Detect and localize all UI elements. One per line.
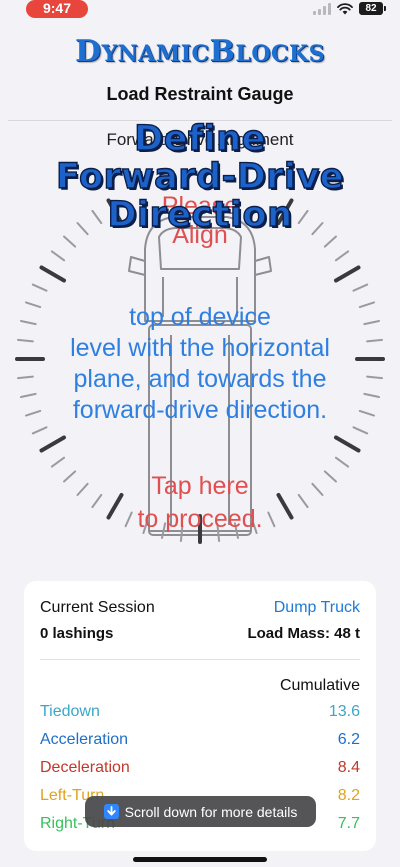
metric-row: Acceleration 6.2	[40, 731, 360, 749]
gauge-tick	[334, 250, 350, 262]
lashings-count: 0 lashings	[40, 625, 114, 642]
session-summary-row: 0 lashings Load Mass: 48 t	[40, 625, 360, 642]
screen: 9:47 82 DYNAMICBLOCKS Load Restraint Gau…	[0, 0, 400, 867]
metric-label: Acceleration	[40, 731, 129, 748]
status-icons: 82	[313, 2, 386, 15]
wifi-icon	[337, 2, 353, 14]
metric-value: 6.2	[337, 731, 360, 748]
card-divider	[40, 659, 360, 660]
gauge-tick	[352, 426, 369, 435]
scroll-hint-toast[interactable]: Scroll down for more details	[85, 796, 316, 827]
battery-icon: 82	[359, 2, 386, 15]
gauge-tick	[334, 435, 361, 453]
metric-value: 13.6	[328, 703, 360, 720]
cellular-signal-icon	[313, 2, 331, 15]
scroll-hint-label: Scroll down for more details	[124, 803, 298, 820]
home-indicator[interactable]	[133, 857, 267, 862]
vehicle-type-link[interactable]: Dump Truck	[274, 599, 360, 617]
instruction-text: top of device level with the horizontal …	[70, 303, 330, 424]
metric-value: 8.2	[337, 787, 360, 804]
gauge-tick	[334, 265, 361, 283]
gauge-tick	[50, 250, 66, 262]
gauge-tick	[31, 283, 48, 292]
gauge-tick	[50, 456, 66, 468]
metric-row: Tiedown 13.6	[40, 703, 360, 721]
metric-row: Deceleration 8.4	[40, 759, 360, 777]
metric-value: 7.7	[337, 815, 360, 832]
cumulative-header: Cumulative	[279, 677, 360, 694]
battery-level: 82	[359, 2, 383, 15]
gauge-tick	[31, 426, 48, 435]
gauge-tick	[39, 265, 66, 283]
status-time[interactable]: 9:47	[26, 0, 88, 18]
load-mass: Load Mass: 48 t	[247, 625, 360, 642]
metric-value: 8.4	[337, 759, 360, 776]
app-logo: DYNAMICBLOCKS	[74, 34, 326, 69]
status-bar: 9:47 82	[0, 0, 400, 24]
metric-label: Tiedown	[40, 703, 100, 720]
tap-to-proceed-button[interactable]: Tap here to proceed.	[0, 470, 400, 536]
gauge-tick	[39, 435, 66, 453]
define-direction-title: Define Forward-Drive Direction	[55, 119, 344, 235]
page-subtitle: Load Restraint Gauge	[106, 84, 294, 104]
gauge-tick	[352, 283, 369, 292]
session-header-row: Current Session Dump Truck	[40, 599, 360, 617]
metric-label: Deceleration	[40, 759, 130, 776]
down-arrow-icon	[103, 804, 119, 819]
gauge-tick	[334, 456, 350, 468]
session-title: Current Session	[40, 599, 155, 616]
